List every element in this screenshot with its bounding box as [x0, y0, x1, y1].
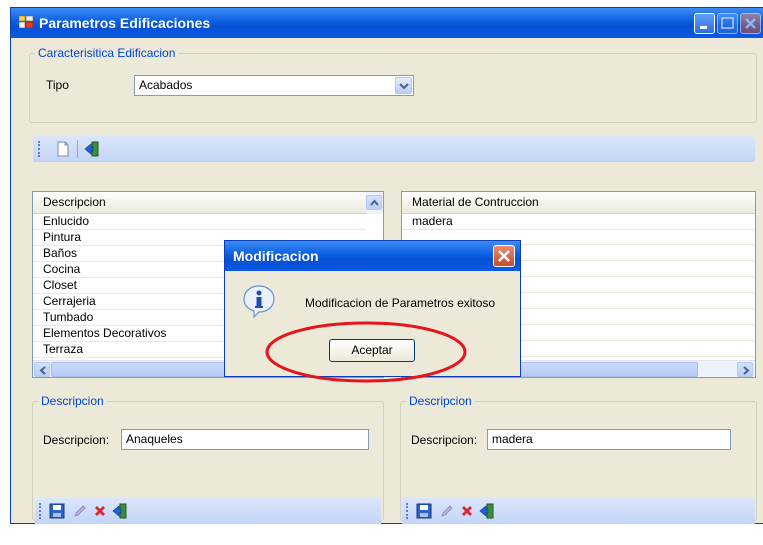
window-title: Parametros Edificaciones [39, 15, 211, 31]
maximize-button[interactable] [717, 13, 738, 34]
window-titlebar[interactable]: Parametros Edificaciones [11, 8, 763, 38]
toolstrip-grip[interactable] [38, 141, 43, 157]
exit-icon[interactable] [84, 141, 100, 157]
close-icon [745, 18, 756, 29]
left-descripcion-label: Descripcion: [43, 433, 110, 447]
left-edit-toolstrip [35, 498, 381, 524]
material-column-header[interactable]: Material de Contruccion [402, 192, 755, 214]
top-toolstrip [33, 136, 755, 162]
app-icon [19, 16, 33, 28]
dialog-message: Modificacion de Parametros exitoso [305, 296, 496, 310]
right-descripcion-label: Descripcion: [411, 433, 478, 447]
delete-x-icon[interactable] [459, 503, 475, 519]
delete-x-icon[interactable] [92, 503, 108, 519]
minimize-button[interactable] [694, 13, 715, 34]
new-document-icon[interactable] [55, 141, 71, 157]
exit-icon[interactable] [112, 503, 128, 519]
right-edit-toolstrip [402, 498, 755, 524]
toolstrip-separator [77, 140, 78, 158]
dialog-title: Modificacion [233, 248, 319, 264]
right-descripcion-legend: Descripcion [406, 394, 475, 408]
left-descripcion-legend: Descripcion [38, 394, 107, 408]
scroll-right-icon [743, 366, 750, 375]
save-icon[interactable] [416, 503, 432, 519]
close-window-button[interactable] [740, 13, 761, 34]
edit-pencil-icon[interactable] [439, 503, 455, 519]
minimize-icon [700, 26, 707, 29]
caracteristica-legend: Caracterisitica Edificacion [35, 46, 179, 60]
scroll-up-button[interactable] [366, 195, 382, 210]
list-item[interactable]: madera [402, 214, 755, 230]
left-descripcion-input[interactable]: Anaqueles [121, 429, 369, 450]
edit-pencil-icon[interactable] [72, 503, 88, 519]
vertical-scrollbar[interactable] [366, 192, 383, 214]
scroll-up-icon [370, 199, 379, 206]
combobox-dropdown-button[interactable] [395, 77, 412, 94]
tipo-label: Tipo [46, 78, 69, 92]
scroll-left-icon [39, 366, 46, 375]
material-rows: madera [402, 214, 755, 230]
dialog-titlebar[interactable]: Modificacion [225, 241, 520, 271]
exit-icon[interactable] [479, 503, 495, 519]
descripcion-column-header[interactable]: Descripcion [33, 192, 366, 214]
list-item[interactable]: Enlucido [33, 214, 366, 230]
info-icon [243, 285, 275, 318]
chevron-down-icon [399, 83, 409, 90]
close-icon [498, 250, 510, 262]
dialog-close-button[interactable] [493, 245, 515, 267]
tipo-value: Acabados [139, 78, 193, 92]
save-icon[interactable] [49, 503, 65, 519]
highlight-ellipse [265, 321, 467, 383]
toolstrip-grip[interactable] [406, 503, 411, 519]
maximize-icon [721, 17, 734, 29]
scroll-right-button[interactable] [737, 362, 753, 377]
right-descripcion-input[interactable]: madera [487, 429, 731, 450]
tipo-combobox[interactable]: Acabados [134, 75, 414, 96]
toolstrip-grip[interactable] [39, 503, 44, 519]
scroll-left-button[interactable] [34, 362, 50, 377]
